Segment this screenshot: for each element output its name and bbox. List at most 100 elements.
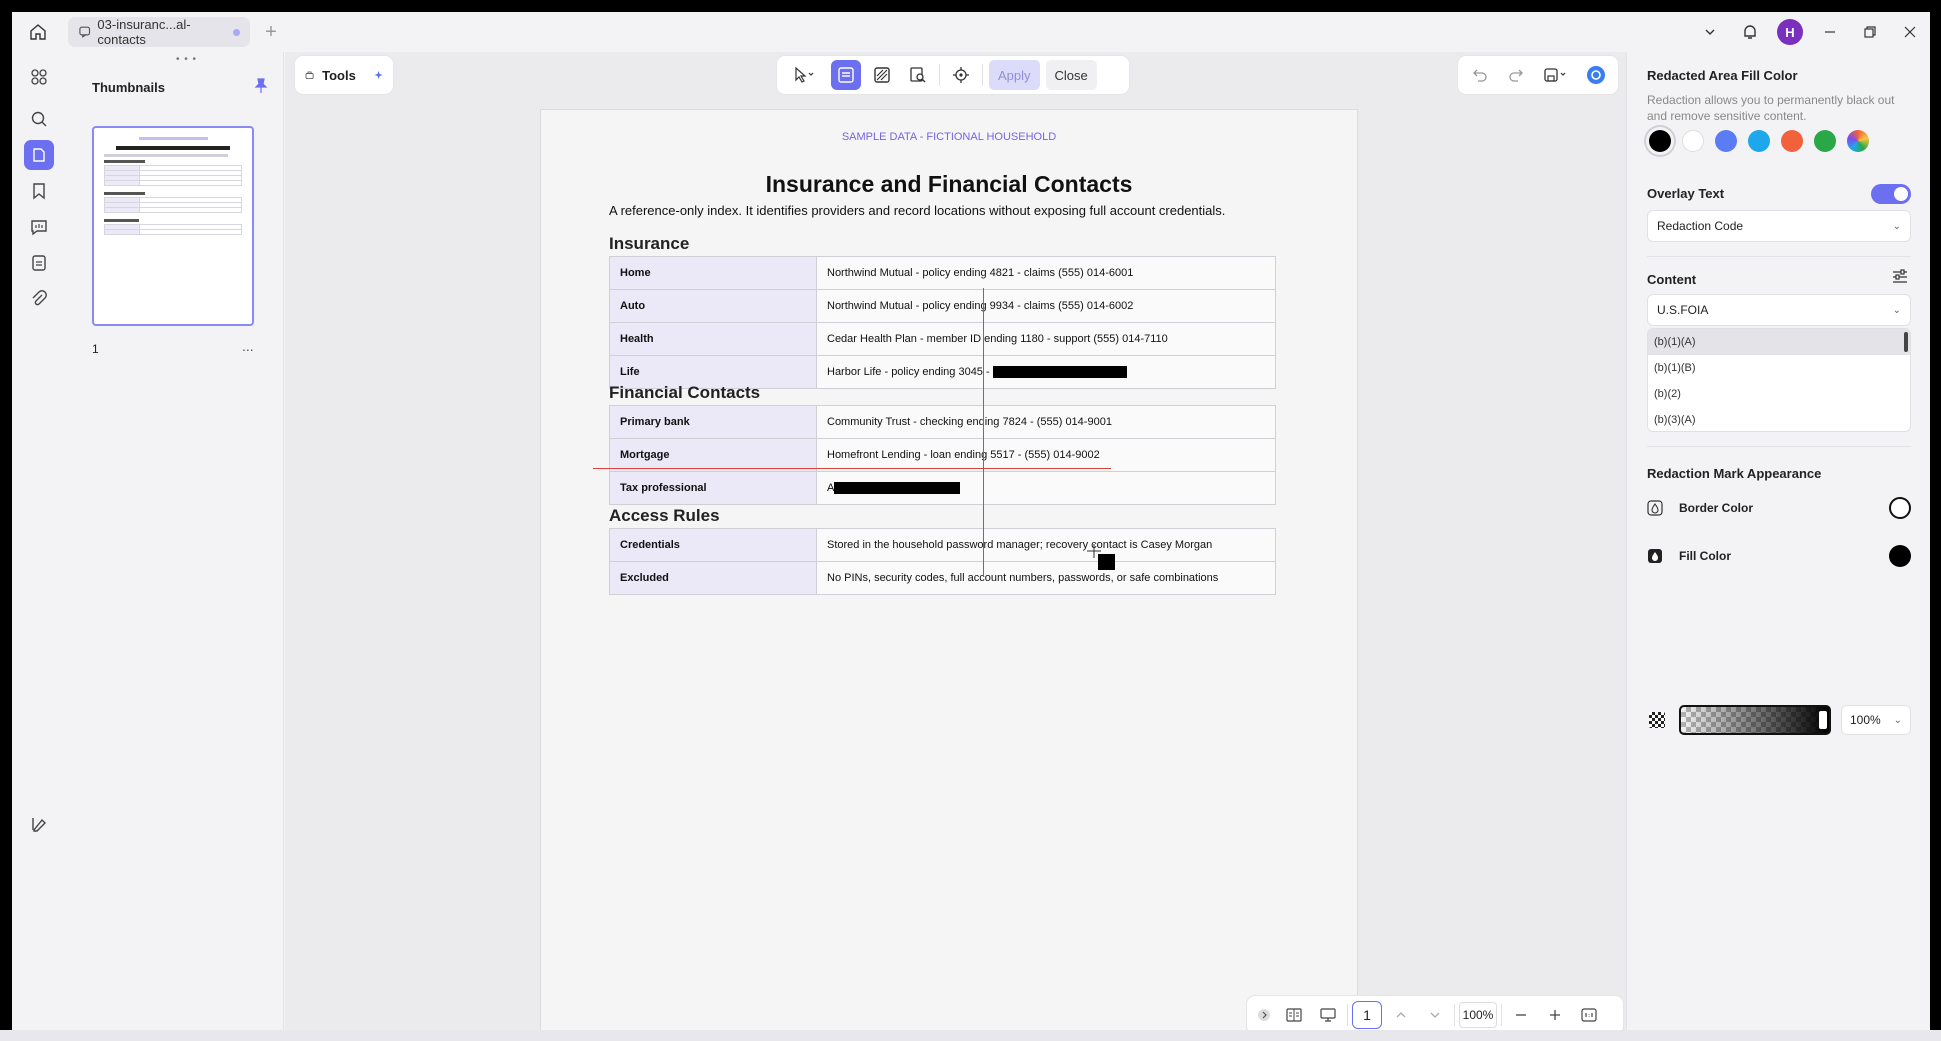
chevron-down-icon: ⌄ — [1893, 714, 1902, 726]
unsaved-dot — [233, 28, 240, 36]
sample-banner: SAMPLE DATA - FICTIONAL HOUSEHOLD — [841, 131, 1057, 143]
table-row: Primary bank Community Trust - checking e… — [609, 405, 1276, 439]
opacity-select[interactable]: 100% ⌄ — [1841, 705, 1911, 735]
zoom-out-icon[interactable] — [1506, 1000, 1536, 1030]
mark-page-redaction-icon[interactable] — [867, 60, 897, 90]
fill-color-icon — [1647, 548, 1671, 564]
swatch-blue[interactable] — [1715, 130, 1737, 152]
attachment-icon[interactable] — [24, 284, 54, 314]
opacity-slider-handle[interactable] — [1819, 711, 1827, 729]
next-page-icon[interactable] — [1420, 1000, 1450, 1030]
swatch-white[interactable] — [1682, 130, 1704, 152]
document-title: Insurance and Financial Contacts — [765, 171, 1133, 197]
chevron-down-icon[interactable] — [1690, 12, 1730, 52]
title-bar: 03-insuranc...al-contacts + H — [12, 12, 1930, 52]
mark-area-redaction-icon[interactable] — [831, 60, 861, 90]
swatch-orange[interactable] — [1781, 130, 1803, 152]
row-value: Homefront Lending - loan ending 5517 - (… — [816, 438, 1276, 472]
fill-color-swatch[interactable] — [1889, 545, 1911, 567]
appearance-heading: Redaction Mark Appearance — [1647, 466, 1822, 481]
drag-handle[interactable]: • • • — [176, 54, 197, 65]
ai-assistant-icon[interactable] — [1582, 60, 1610, 90]
apply-button[interactable]: Apply — [989, 60, 1040, 90]
pages-icon[interactable] — [24, 140, 54, 170]
swatch-custom-color[interactable] — [1847, 130, 1869, 152]
swatch-light-blue[interactable] — [1748, 130, 1770, 152]
pin-icon[interactable] — [254, 78, 268, 99]
apps-grid-icon[interactable] — [24, 62, 54, 92]
left-rail — [12, 52, 64, 1030]
table-row: Home Northwind Mutual - policy ending 482… — [609, 256, 1276, 290]
row-value: Northwind Mutual - policy ending 4821 - … — [816, 256, 1276, 290]
content-standard-select[interactable]: U.S.FOIA ⌄ — [1647, 294, 1911, 326]
zoom-in-icon[interactable] — [1540, 1000, 1570, 1030]
close-button[interactable]: Close — [1045, 60, 1097, 90]
chevron-down-icon: ⌄ — [1892, 304, 1901, 316]
ai-sparkle-icon[interactable] — [374, 66, 383, 84]
window-controls: H — [1690, 12, 1930, 52]
list-item[interactable]: (b)(3)(A) — [1648, 407, 1910, 431]
visible-text: Harbor Life - policy ending 3045 - — [827, 365, 993, 378]
redaction-toolbar: Apply Close — [777, 56, 1129, 94]
minimize-icon[interactable] — [1810, 12, 1850, 52]
overlay-text-toggle[interactable] — [1871, 184, 1911, 204]
border-color-row[interactable]: Border Color — [1647, 494, 1911, 522]
comments-icon[interactable] — [24, 212, 54, 242]
thumbnail-more-button[interactable]: ... — [242, 338, 254, 354]
access-rules-table: Credentials Stored in the household passw… — [609, 528, 1276, 595]
divider — [1347, 1004, 1348, 1026]
content-label: Content — [1647, 272, 1697, 287]
tools-button[interactable]: Tools — [295, 56, 393, 94]
redaction-mark[interactable] — [834, 482, 961, 495]
select-pointer-icon[interactable] — [783, 60, 825, 90]
form-fields-icon[interactable] — [24, 248, 54, 278]
overlay-text-label: Overlay Text — [1647, 186, 1725, 201]
reading-mode-icon[interactable] — [1279, 1000, 1309, 1030]
page-number-input[interactable]: 1 — [1352, 1001, 1382, 1029]
table-row: Mortgage Homefront Lending - loan ending … — [609, 438, 1276, 472]
new-tab-button[interactable]: + — [260, 21, 282, 44]
search-redact-icon[interactable] — [903, 60, 933, 90]
save-icon[interactable] — [1538, 60, 1574, 90]
list-item[interactable]: (b)(1)(A) — [1648, 329, 1910, 355]
visible-text: A — [827, 481, 835, 494]
actual-size-icon[interactable] — [1574, 1000, 1604, 1030]
redaction-settings-icon[interactable] — [946, 60, 976, 90]
restore-icon[interactable] — [1850, 12, 1890, 52]
redaction-cursor-preview — [1098, 554, 1115, 570]
fill-color-row[interactable]: Fill Color — [1647, 542, 1911, 570]
close-window-icon[interactable] — [1890, 12, 1930, 52]
taskbar-strip — [0, 1030, 1941, 1041]
search-icon[interactable] — [24, 104, 54, 134]
pdf-page[interactable]: SAMPLE DATA - FICTIONAL HOUSEHOLD Insura… — [541, 110, 1357, 1030]
row-value: Cedar Health Plan - member ID ending 118… — [816, 322, 1276, 356]
scrollbar[interactable] — [1904, 332, 1908, 352]
redo-icon[interactable] — [1502, 60, 1530, 90]
redaction-mark[interactable] — [992, 366, 1127, 379]
collapse-arrow-icon[interactable] — [1253, 1000, 1275, 1030]
row-label: Tax professional — [609, 471, 817, 505]
zoom-level[interactable]: 100% — [1459, 1002, 1497, 1028]
undo-icon[interactable] — [1466, 60, 1494, 90]
swatch-green[interactable] — [1814, 130, 1836, 152]
opacity-slider[interactable] — [1679, 705, 1831, 735]
presentation-icon[interactable] — [1313, 1000, 1343, 1030]
list-item[interactable]: (b)(1)(B) — [1648, 355, 1910, 381]
swatch-black[interactable] — [1649, 130, 1671, 152]
border-color-icon — [1647, 500, 1671, 516]
settings-sidebar-icon[interactable] — [24, 810, 54, 840]
content-settings-icon[interactable] — [1891, 268, 1909, 291]
document-tab[interactable]: 03-insuranc...al-contacts — [68, 17, 250, 47]
previous-page-icon[interactable] — [1386, 1000, 1416, 1030]
divider — [1501, 1004, 1502, 1026]
user-avatar[interactable]: H — [1770, 12, 1810, 52]
section-heading-financial: Financial Contacts — [609, 383, 761, 402]
list-item[interactable]: (b)(2) — [1648, 381, 1910, 407]
border-color-swatch[interactable] — [1889, 497, 1911, 519]
bookmark-icon[interactable] — [24, 176, 54, 206]
notification-bell-icon[interactable] — [1730, 12, 1770, 52]
thumbnails-panel: • • • Thumbnails 1 ... — [64, 52, 284, 1030]
page-thumbnail[interactable] — [92, 126, 254, 326]
overlay-text-select[interactable]: Redaction Code ⌄ — [1647, 210, 1911, 242]
home-icon[interactable] — [26, 20, 50, 44]
